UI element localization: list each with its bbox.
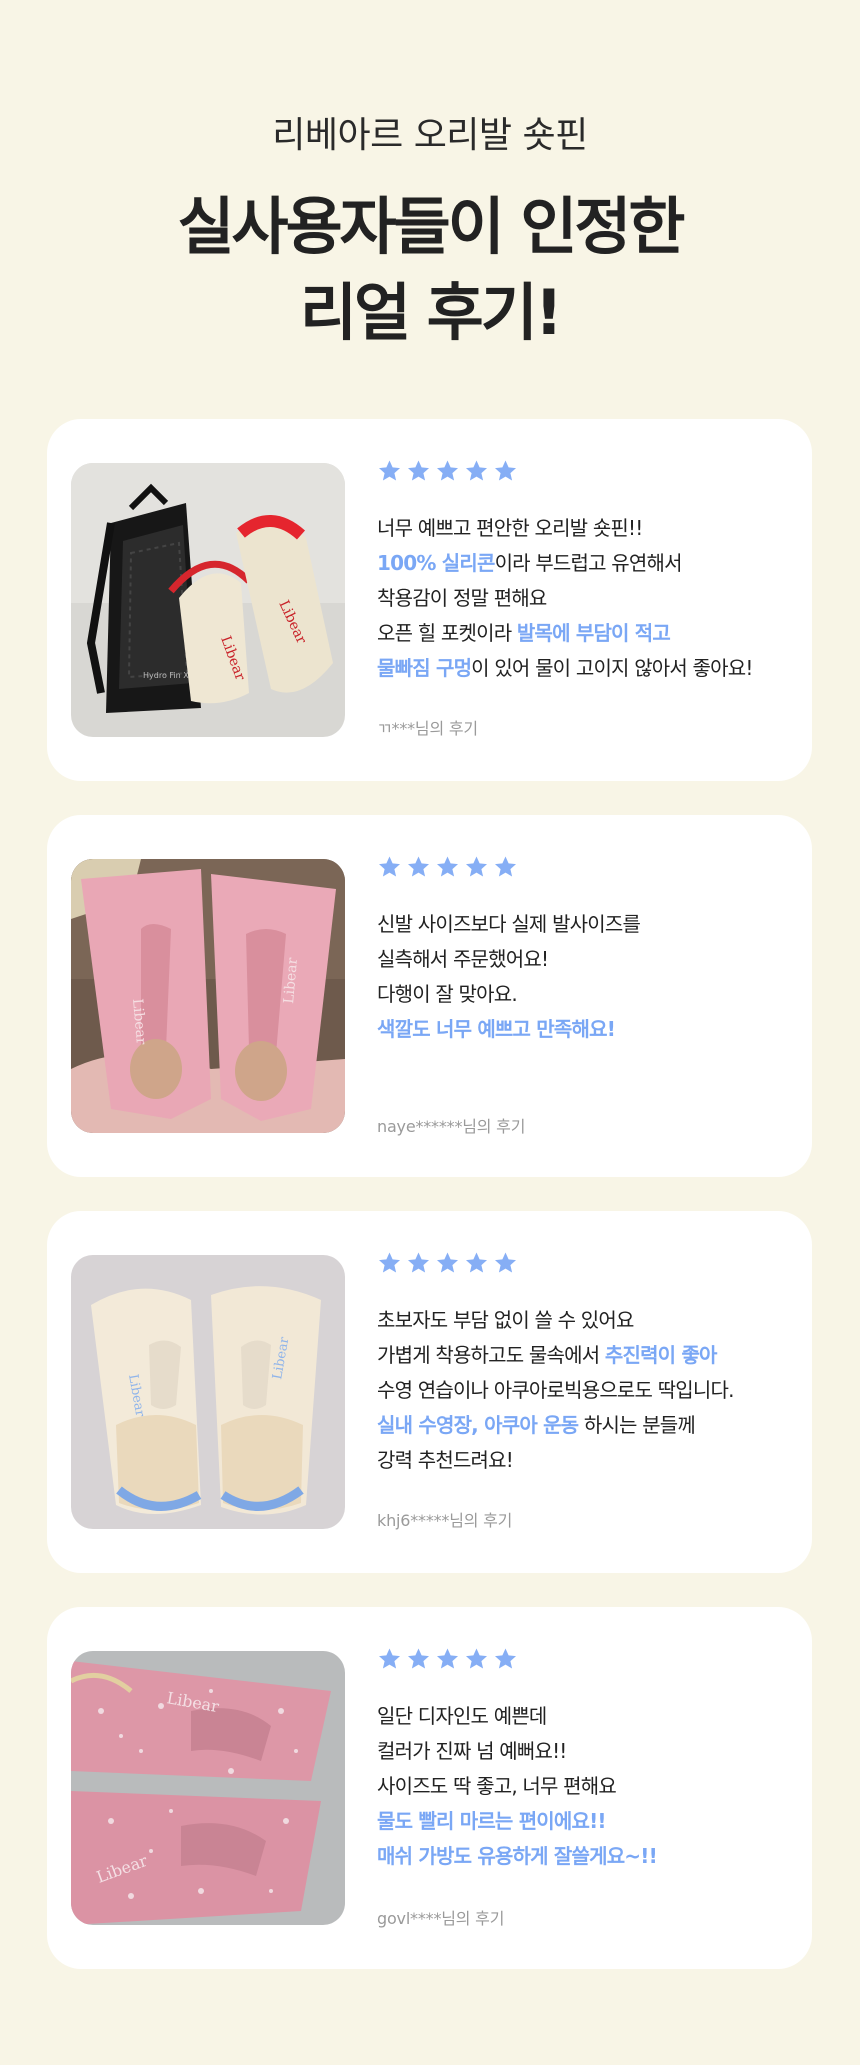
- review-line: 초보자도 부담 없이 쓸 수 있어요: [377, 1303, 797, 1338]
- review-line: 컬러가 진짜 넘 예뻐요!!: [377, 1734, 797, 1769]
- star-icon: [379, 856, 400, 877]
- review-highlight: 물빠짐 구멍: [377, 656, 472, 680]
- star-icon: [466, 1252, 487, 1273]
- review-author-4: govl****님의 후기: [377, 1909, 505, 1928]
- rating-stars-3: [377, 1251, 518, 1275]
- review-line: 가볍게 착용하고도 물속에서 추진력이 좋아: [377, 1338, 797, 1373]
- star-icon: [437, 1648, 458, 1669]
- review-card-4: Libear Libear 일단 디자인도 예쁜데 컬러가 진짜 넘 예뻐요!!…: [47, 1607, 812, 1969]
- review-highlight: 실내 수영장, 아쿠아 운동: [377, 1413, 579, 1437]
- review-segment: 다행이 잘 맞아요.: [377, 982, 518, 1006]
- review-line: 강력 추천드려요!: [377, 1443, 797, 1478]
- review-line: 실내 수영장, 아쿠아 운동 하시는 분들께: [377, 1408, 797, 1443]
- star-icon: [437, 856, 458, 877]
- review-author-1: ㄲ***님의 후기: [377, 719, 478, 738]
- review-highlight: 물도 빨리 마르는 편이에요!!: [377, 1809, 607, 1833]
- review-line: 색깔도 너무 예쁘고 만족해요!: [377, 1012, 797, 1047]
- review-photo-4: Libear Libear: [71, 1651, 345, 1925]
- review-photo-1: Libear Libear Hydro Fin X: [71, 463, 345, 737]
- review-highlight: 발목에 부담이 적고: [516, 621, 671, 645]
- review-segment: 너무 예쁘고 편안한 오리발 숏핀!!: [377, 516, 643, 540]
- review-highlight: 매쉬 가방도 유용하게 잘쓸게요~!!: [377, 1844, 658, 1868]
- rating-stars-2: [377, 855, 518, 879]
- review-segment: 가볍게 착용하고도 물속에서: [377, 1343, 605, 1367]
- rating-stars-1: [377, 459, 518, 483]
- review-segment: 오픈 힐 포켓이라: [377, 621, 517, 645]
- review-card-3: Libear Libear 초보자도 부담 없이 쓸 수 있어요 가볍게 착용하…: [47, 1211, 812, 1573]
- review-line: 매쉬 가방도 유용하게 잘쓸게요~!!: [377, 1839, 797, 1874]
- review-line: 다행이 잘 맞아요.: [377, 977, 797, 1012]
- review-line: 물도 빨리 마르는 편이에요!!: [377, 1804, 797, 1839]
- review-segment: 이 있어 물이 고이지 않아서 좋아요!: [471, 656, 753, 680]
- star-icon: [437, 460, 458, 481]
- review-segment: 착용감이 정말 편해요: [377, 586, 547, 610]
- review-line: 실측해서 주문했어요!: [377, 942, 797, 977]
- review-card-2: Libear Libear 신발 사이즈보다 실제 발사이즈를 실측해서 주문했…: [47, 815, 812, 1177]
- review-line: 물빠짐 구멍이 있어 물이 고이지 않아서 좋아요!: [377, 651, 797, 686]
- review-line: 오픈 힐 포켓이라 발목에 부담이 적고: [377, 616, 797, 651]
- review-line: 일단 디자인도 예쁜데: [377, 1699, 797, 1734]
- star-icon: [466, 460, 487, 481]
- review-page: 리베아르 오리발 숏핀 실사용자들이 인정한 리얼 후기! Libear Lib…: [0, 0, 860, 2065]
- star-icon: [379, 460, 400, 481]
- star-icon: [408, 1648, 429, 1669]
- review-segment: 실측해서 주문했어요!: [377, 947, 549, 971]
- fins-with-mesh-bag-image: Libear Libear Hydro Fin X: [71, 463, 345, 737]
- star-icon: [466, 856, 487, 877]
- review-highlight: 색깔도 너무 예쁘고 만족해요!: [377, 1017, 616, 1041]
- review-text-4: 일단 디자인도 예쁜데 컬러가 진짜 넘 예뻐요!! 사이즈도 딱 좋고, 너무…: [377, 1699, 797, 1874]
- star-icon: [495, 1252, 516, 1273]
- review-segment: 사이즈도 딱 좋고, 너무 편해요: [377, 1774, 617, 1798]
- headline-line-2: 리얼 후기!: [299, 276, 563, 349]
- star-icon: [408, 1252, 429, 1273]
- star-icon: [495, 1648, 516, 1669]
- review-segment: 이라 부드럽고 유연해서: [494, 551, 683, 575]
- review-text-1: 너무 예쁘고 편안한 오리발 숏핀!! 100% 실리콘이라 부드럽고 유연해서…: [377, 511, 797, 686]
- review-text-3: 초보자도 부담 없이 쓸 수 있어요 가볍게 착용하고도 물속에서 추진력이 좋…: [377, 1303, 797, 1478]
- review-segment: 컬러가 진짜 넘 예뻐요!!: [377, 1739, 567, 1763]
- review-segment: 초보자도 부담 없이 쓸 수 있어요: [377, 1308, 634, 1332]
- page-headline: 실사용자들이 인정한 리얼 후기!: [0, 184, 860, 356]
- review-highlight: 추진력이 좋아: [604, 1343, 718, 1367]
- review-author-2: naye******님의 후기: [377, 1117, 526, 1136]
- review-line: 너무 예쁘고 편안한 오리발 숏핀!!: [377, 511, 797, 546]
- review-line: 사이즈도 딱 좋고, 너무 편해요: [377, 1769, 797, 1804]
- review-photo-2: Libear Libear: [71, 859, 345, 1133]
- star-icon: [379, 1252, 400, 1273]
- pink-fins-on-feet-image: Libear Libear: [71, 859, 345, 1133]
- svg-text:Hydro Fin X: Hydro Fin X: [143, 671, 189, 680]
- star-icon: [466, 1648, 487, 1669]
- review-segment: 하시는 분들께: [578, 1413, 696, 1437]
- review-card-1: Libear Libear Hydro Fin X 너무 예쁘고 편안한 오리발…: [47, 419, 812, 781]
- review-line: 수영 연습이나 아쿠아로빅용으로도 딱입니다.: [377, 1373, 797, 1408]
- product-subtitle: 리베아르 오리발 숏핀: [272, 115, 588, 156]
- review-segment: 강력 추천드려요!: [377, 1448, 514, 1472]
- star-icon: [379, 1648, 400, 1669]
- star-icon: [408, 460, 429, 481]
- review-text-2: 신발 사이즈보다 실제 발사이즈를 실측해서 주문했어요! 다행이 잘 맞아요.…: [377, 907, 797, 1047]
- review-segment: 신발 사이즈보다 실제 발사이즈를: [377, 912, 641, 936]
- review-line: 신발 사이즈보다 실제 발사이즈를: [377, 907, 797, 942]
- star-icon: [408, 856, 429, 877]
- star-icon: [495, 856, 516, 877]
- review-highlight: 100% 실리콘: [377, 551, 495, 575]
- star-icon: [495, 460, 516, 481]
- review-photo-3: Libear Libear: [71, 1255, 345, 1529]
- review-segment: 수영 연습이나 아쿠아로빅용으로도 딱입니다.: [377, 1378, 734, 1402]
- headline-line-1: 실사용자들이 인정한: [177, 190, 686, 263]
- cream-fins-blue-heel-image: Libear Libear: [71, 1255, 345, 1529]
- review-line: 착용감이 정말 편해요: [377, 581, 797, 616]
- review-author-3: khj6*****님의 후기: [377, 1511, 513, 1530]
- star-icon: [437, 1252, 458, 1273]
- rating-stars-4: [377, 1647, 518, 1671]
- review-line: 100% 실리콘이라 부드럽고 유연해서: [377, 546, 797, 581]
- review-segment: 일단 디자인도 예쁜데: [377, 1704, 547, 1728]
- wet-pink-fins-image: Libear Libear: [71, 1651, 345, 1925]
